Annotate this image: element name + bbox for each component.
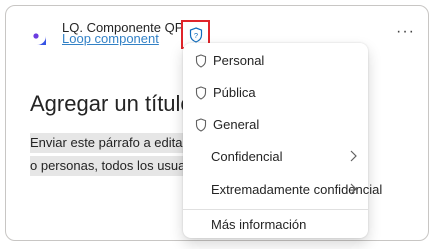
loop-app-icon bbox=[28, 27, 46, 45]
paragraph-line[interactable]: Enviar este párrafo a editar bbox=[30, 133, 187, 153]
shield-icon bbox=[195, 54, 207, 68]
component-title-area: LQ. Componente QP Loop component bbox=[62, 20, 183, 47]
menu-item-label: Personal bbox=[213, 53, 265, 68]
shield-icon bbox=[195, 118, 207, 132]
chevron-right-icon bbox=[350, 150, 357, 162]
menu-item-extremadamente-confidencial[interactable]: Extremadamente confidencial bbox=[183, 175, 382, 205]
menu-item-label: Confidencial bbox=[211, 149, 283, 164]
menu-item-general[interactable]: General bbox=[183, 110, 368, 140]
chevron-right-icon bbox=[350, 183, 357, 195]
menu-item-more-info[interactable]: Más información bbox=[183, 210, 368, 240]
menu-item-publica[interactable]: Pública bbox=[183, 78, 368, 108]
svg-text:?: ? bbox=[193, 30, 197, 39]
menu-item-label: Más información bbox=[211, 217, 307, 232]
menu-item-confidencial[interactable]: Confidencial bbox=[183, 142, 368, 172]
component-link[interactable]: Loop component bbox=[62, 31, 183, 47]
shield-question-icon: ? bbox=[189, 26, 202, 43]
menu-item-personal[interactable]: Personal bbox=[183, 46, 368, 76]
heading-placeholder[interactable]: Agregar un título bbox=[30, 91, 193, 117]
sensitivity-menu: Personal Pública General Confidencial Ex… bbox=[183, 43, 382, 240]
paragraph-line[interactable]: o personas, todos los usuarios bbox=[30, 156, 207, 176]
more-options-button[interactable]: ··· bbox=[396, 23, 415, 41]
menu-item-label: Pública bbox=[213, 85, 256, 100]
shield-icon bbox=[195, 86, 207, 100]
menu-item-label: General bbox=[213, 117, 260, 132]
